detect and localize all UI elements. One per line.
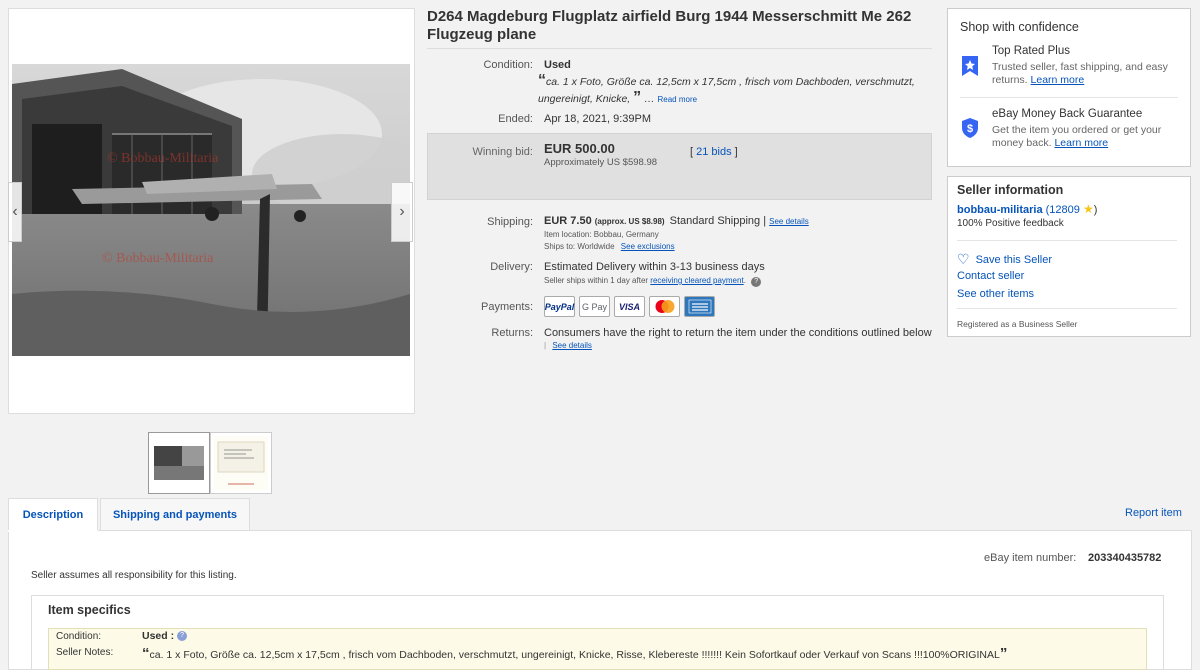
condition-label: Condition:: [483, 59, 533, 71]
shipping-cost: EUR 7.50: [544, 215, 592, 227]
chevron-right-icon: ›: [399, 203, 405, 220]
money-back-learn-more-link[interactable]: Learn more: [1054, 137, 1108, 149]
report-item-link[interactable]: Report item: [1125, 507, 1182, 519]
winning-bid-box: [427, 133, 932, 200]
photo-watermark-1: © Bobbau-Militaria: [107, 151, 219, 166]
top-rated-text-block: Trusted seller, fast shipping, and easy …: [992, 61, 1172, 87]
returns-value: Consumers have the right to return the i…: [544, 327, 932, 339]
business-seller-note: Registered as a Business Seller: [957, 319, 1078, 329]
spec-notes-row: “ca. 1 x Foto, Größe ca. 12,5cm x 17,5cm…: [142, 645, 1008, 662]
item-specifics-title: Item specifics: [48, 603, 131, 617]
star-icon: ★: [1082, 202, 1094, 216]
condition-notes-text: ca. 1 x Foto, Größe ca. 12,5cm x 17,5cm …: [538, 76, 915, 105]
amex-icon: [684, 296, 715, 317]
returns-label: Returns:: [491, 327, 533, 339]
save-seller-label: Save this Seller: [975, 253, 1052, 266]
money-back-title: eBay Money Back Guarantee: [992, 108, 1143, 120]
shipping-label: Shipping:: [487, 216, 533, 228]
feedback-score-link[interactable]: (12809: [1046, 204, 1080, 216]
divider: [427, 48, 932, 49]
help-icon[interactable]: ?: [177, 631, 188, 641]
condition-value: Used: [544, 59, 571, 71]
top-rated-title: Top Rated Plus: [992, 45, 1070, 57]
spec-condition-value: Used :: [142, 630, 175, 642]
seller-name-link[interactable]: bobbau-militaria: [957, 204, 1043, 216]
see-other-items-link[interactable]: See other items: [957, 288, 1034, 300]
ships-to-row: Ships to: Worldwide See exclusions: [544, 242, 675, 251]
payments-label: Payments:: [481, 301, 533, 313]
top-rated-badge-icon: [961, 55, 979, 80]
delivery-note: Seller ships within 1 day after: [544, 276, 649, 285]
confidence-title: Shop with confidence: [960, 20, 1079, 34]
see-exclusions-link[interactable]: See exclusions: [621, 242, 675, 251]
ships-to: Ships to: Worldwide: [544, 242, 615, 251]
receiving-cleared-payment-link[interactable]: receiving cleared payment: [650, 276, 743, 285]
approx-usd: Approximately US $598.98: [544, 157, 658, 168]
shipping-method: Standard Shipping: [669, 215, 761, 227]
thumbnail-back: [214, 436, 268, 490]
next-image-button[interactable]: ›: [391, 182, 413, 242]
read-more-link[interactable]: Read more: [658, 95, 698, 104]
delivery-note-row: Seller ships within 1 day after receivin…: [544, 276, 762, 287]
delivery-label: Delivery:: [490, 261, 533, 273]
spec-condition-row: Used : ?: [142, 630, 188, 642]
prev-image-button[interactable]: ‹: [8, 182, 22, 242]
ended-value: Apr 18, 2021, 9:39PM: [544, 113, 652, 125]
bids-count[interactable]: [ 21 bids ]: [690, 146, 738, 158]
item-location: Item location: Bobbau, Germany: [544, 230, 659, 239]
spec-notes-label: Seller Notes:: [56, 647, 114, 658]
responsibility-note: Seller assumes all responsibility for th…: [31, 570, 237, 581]
shipping-see-details-link[interactable]: See details: [769, 217, 809, 226]
bids-link[interactable]: 21 bids: [696, 146, 731, 158]
condition-notes: “ca. 1 x Foto, Größe ca. 12,5cm x 17,5cm…: [538, 72, 915, 106]
spec-condition-label: Condition:: [56, 631, 102, 642]
item-title: D264 Magdeburg Flugplatz airfield Burg 1…: [427, 8, 912, 43]
seller-name-row: bobbau-militaria (12809 ★): [957, 202, 1097, 216]
chevron-left-icon: ‹: [12, 203, 18, 220]
positive-feedback: 100% Positive feedback: [957, 218, 1064, 229]
winning-bid-label: Winning bid:: [472, 146, 533, 158]
returns-see-details-link[interactable]: See details: [552, 341, 592, 350]
mastercard-icon: [649, 296, 680, 317]
winning-bid-value: EUR 500.00: [544, 141, 615, 156]
spec-notes-value: ca. 1 x Foto, Größe ca. 12,5cm x 17,5cm …: [149, 649, 1000, 661]
visa-icon: VISA: [614, 296, 645, 317]
tab-description[interactable]: Description: [8, 498, 98, 531]
money-back-text-block: Get the item you ordered or get your mon…: [992, 124, 1172, 150]
top-rated-learn-more-link[interactable]: Learn more: [1031, 74, 1085, 86]
tab-shipping-payments[interactable]: Shipping and payments: [100, 498, 250, 530]
shipping-approx: (approx. US $8.98): [594, 217, 665, 226]
item-number-label: eBay item number:: [984, 552, 1077, 564]
shield-icon: $: [961, 117, 979, 142]
google-pay-icon: G Pay: [579, 296, 610, 317]
returns-details-row: | See details: [544, 341, 592, 350]
shipping-row: EUR 7.50 (approx. US $8.98) Standard Shi…: [544, 215, 809, 227]
delivery-value: Estimated Delivery within 3-13 business …: [544, 261, 765, 273]
photo-graphic: © Bobbau-Militaria © Bobbau-Militaria: [12, 64, 410, 356]
feedback-score-close: ): [1093, 204, 1098, 216]
main-photo[interactable]: © Bobbau-Militaria © Bobbau-Militaria: [12, 64, 410, 356]
divider: [960, 97, 1178, 98]
seller-info-title: Seller information: [957, 183, 1064, 197]
divider: [957, 240, 1177, 241]
tab-join: [8, 530, 98, 532]
divider: [957, 308, 1177, 309]
info-icon[interactable]: ?: [751, 277, 762, 287]
contact-seller-link[interactable]: Contact seller: [957, 270, 1024, 282]
thumbnail-photo: [152, 436, 206, 490]
payment-logos: PayPal G Pay VISA: [544, 296, 719, 317]
item-number: 203340435782: [1088, 552, 1162, 564]
svg-text:$: $: [967, 123, 973, 135]
save-seller-button[interactable]: ♡ Save this Seller: [957, 251, 1052, 268]
thumbnail-1[interactable]: [148, 432, 210, 494]
photo-watermark-2: © Bobbau-Militaria: [102, 251, 214, 266]
thumbnail-2[interactable]: [210, 432, 272, 494]
ended-label: Ended:: [498, 113, 533, 125]
heart-icon: ♡: [957, 251, 970, 267]
paypal-icon: PayPal: [544, 296, 575, 317]
